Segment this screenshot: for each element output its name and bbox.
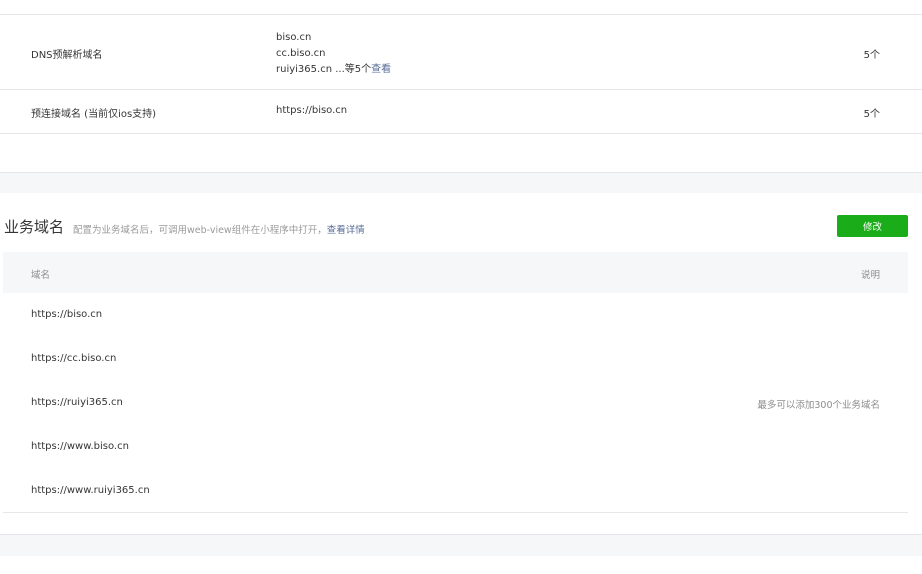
section-separator bbox=[0, 172, 922, 193]
column-header-domain: 域名 bbox=[31, 270, 51, 281]
table-row: https://biso.cn bbox=[3, 293, 908, 337]
more-suffix: ...等5个 bbox=[335, 64, 372, 75]
dns-prefetch-count: 5个 bbox=[863, 50, 880, 61]
dns-domain-item: biso.cn bbox=[276, 32, 312, 43]
server-domain-card: DNS预解析域名 biso.cn cc.biso.cn ruiyi365.cn … bbox=[0, 0, 922, 172]
business-domain-table-header: 域名 说明 bbox=[3, 252, 908, 293]
business-domain-cell: https://biso.cn bbox=[31, 309, 103, 320]
view-details-link[interactable]: 查看详情 bbox=[327, 225, 365, 236]
business-domain-note: 最多可以添加300个业务域名 bbox=[757, 400, 880, 411]
dns-domain-item: ruiyi365.cn ...等5个查看 bbox=[276, 64, 392, 75]
modify-button[interactable]: 修改 bbox=[837, 215, 908, 237]
column-header-note: 说明 bbox=[860, 270, 880, 281]
preconnect-value: https://biso.cn bbox=[276, 105, 348, 116]
business-domain-title: 业务域名 bbox=[4, 218, 65, 236]
dns-domain-item: cc.biso.cn bbox=[276, 48, 326, 59]
table-row: https://www.ruiyi365.cn bbox=[3, 469, 908, 513]
preconnect-label: 预连接域名 (当前仅ios支持) bbox=[31, 109, 157, 120]
business-domain-cell: https://www.ruiyi365.cn bbox=[31, 485, 150, 496]
business-domain-cell: https://cc.biso.cn bbox=[31, 353, 117, 364]
dns-prefetch-row: DNS预解析域名 biso.cn cc.biso.cn ruiyi365.cn … bbox=[0, 15, 922, 90]
business-domain-cell: https://ruiyi365.cn bbox=[31, 397, 123, 408]
business-domain-table-body: https://biso.cn https://cc.biso.cn https… bbox=[3, 293, 908, 513]
dns-prefetch-values: biso.cn cc.biso.cn ruiyi365.cn ...等5个查看 bbox=[276, 30, 391, 78]
preconnect-row: 预连接域名 (当前仅ios支持) https://biso.cn 5个 bbox=[0, 90, 922, 134]
table-row: https://www.biso.cn bbox=[3, 425, 908, 469]
preconnect-count: 5个 bbox=[863, 109, 880, 120]
section-separator bbox=[0, 534, 922, 556]
dns-prefetch-label: DNS预解析域名 bbox=[31, 50, 103, 61]
table-row: https://cc.biso.cn bbox=[3, 337, 908, 381]
view-all-dns-link[interactable]: 查看 bbox=[371, 64, 391, 75]
business-domain-cell: https://www.biso.cn bbox=[31, 441, 129, 452]
business-domain-description: 配置为业务域名后，可调用web-view组件在小程序中打开，查看详情 bbox=[73, 225, 365, 236]
